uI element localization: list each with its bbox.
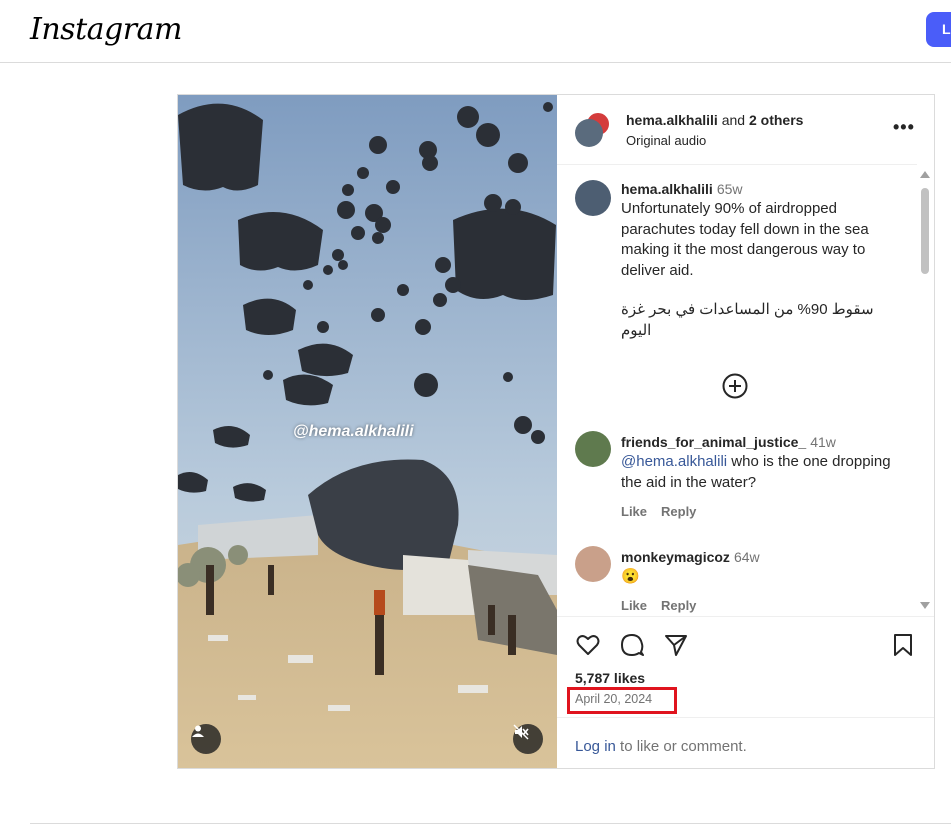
bottom-divider — [30, 823, 951, 824]
like-comment-button[interactable]: Like — [621, 504, 647, 519]
login-prompt-rest: to like or comment. — [615, 738, 747, 755]
video-watermark: @hema.alkhalili — [293, 423, 414, 440]
scrollbar-thumb[interactable] — [921, 188, 929, 274]
audio-label[interactable]: Original audio — [626, 133, 706, 148]
comment-actions: Like Reply — [621, 598, 710, 613]
top-nav: Instagram L — [0, 0, 951, 63]
comment-username[interactable]: monkeymagicoz — [621, 549, 730, 565]
post-actions-bar — [557, 616, 934, 668]
comment-text: 😮 — [621, 568, 640, 585]
comment-time[interactable]: 64w — [734, 549, 760, 565]
more-options-icon[interactable]: ••• — [893, 117, 915, 138]
comment-username[interactable]: friends_for_animal_justice_ — [621, 434, 806, 450]
comment-mention[interactable]: @hema.alkhalili — [621, 453, 727, 470]
login-link[interactable]: Log in — [575, 738, 616, 755]
comment-avatar[interactable] — [575, 431, 611, 467]
reply-comment-button[interactable]: Reply — [661, 504, 696, 519]
post-authors: hema.alkhalili and 2 others — [626, 112, 803, 128]
comment-bubble-icon[interactable] — [619, 632, 645, 658]
post-date[interactable]: April 20, 2024 — [575, 692, 652, 706]
muted-speaker-icon — [513, 724, 529, 740]
post-video[interactable]: @hema.alkhalili — [178, 95, 557, 768]
mute-button[interactable] — [513, 724, 543, 754]
caption-time[interactable]: 65w — [717, 181, 743, 197]
like-heart-icon[interactable] — [575, 632, 601, 658]
authors-connector: and — [721, 112, 746, 128]
comment-author: monkeymagicoz 64w — [621, 549, 760, 565]
other-authors-link[interactable]: 2 others — [749, 112, 803, 128]
comment-text: @hema.alkhalili who is the one dropping … — [621, 452, 896, 493]
caption-avatar[interactable] — [575, 180, 611, 216]
like-comment-button[interactable]: Like — [621, 598, 647, 613]
post-details-panel: hema.alkhalili and 2 others Original aud… — [557, 95, 934, 768]
scroll-down-arrow-icon[interactable] — [920, 602, 930, 609]
likes-count[interactable]: 5,787 likes — [575, 670, 645, 686]
save-bookmark-icon[interactable] — [890, 632, 916, 658]
instagram-logo[interactable]: Instagram — [30, 12, 182, 47]
reply-comment-button[interactable]: Reply — [661, 598, 696, 613]
comment-avatar[interactable] — [575, 546, 611, 582]
post-header: hema.alkhalili and 2 others Original aud… — [557, 95, 917, 165]
caption-username[interactable]: hema.alkhalili — [621, 181, 713, 197]
post-card: @hema.alkhalili hema.alkhalili and 2 oth… — [177, 94, 935, 769]
login-prompt: Log in to like or comment. — [575, 738, 747, 755]
comment-author: friends_for_animal_justice_ 41w — [621, 434, 836, 450]
login-button[interactable]: L — [926, 12, 951, 47]
load-more-comments-icon[interactable] — [722, 373, 748, 399]
author-avatar[interactable] — [575, 119, 603, 147]
comment-time[interactable]: 41w — [810, 434, 836, 450]
comments-scrollbar[interactable] — [917, 166, 933, 616]
caption-author: hema.alkhalili 65w — [621, 181, 743, 197]
comment-actions: Like Reply — [621, 504, 710, 519]
user-tag-button[interactable] — [191, 724, 221, 754]
user-icon — [192, 725, 204, 737]
caption-text-english: Unfortunately 90% of airdropped parachut… — [621, 200, 869, 279]
author-username[interactable]: hema.alkhalili — [626, 112, 718, 128]
caption-text-arabic: سقوط 90% من المساعدات في بحر غزة اليوم — [621, 301, 874, 339]
share-send-icon[interactable] — [663, 632, 689, 658]
scroll-up-arrow-icon[interactable] — [920, 171, 930, 178]
comments-list[interactable]: hema.alkhalili 65w Unfortunately 90% of a… — [557, 166, 917, 616]
